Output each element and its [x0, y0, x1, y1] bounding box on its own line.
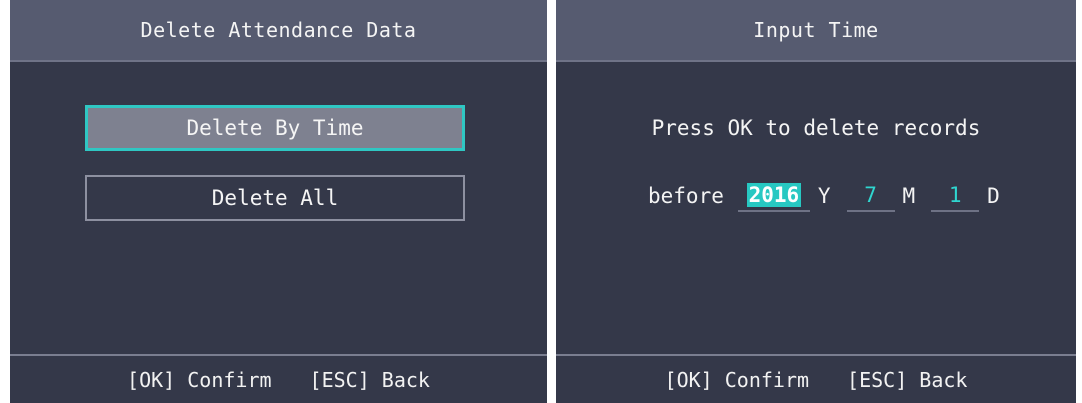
- delete-attendance-screen: Delete Attendance Data Delete By Time De…: [10, 0, 547, 403]
- month-unit-label: M: [902, 184, 916, 208]
- before-label: before: [648, 184, 724, 208]
- delete-by-time-label: Delete By Time: [186, 116, 364, 140]
- footer-bar: [OK] Confirm [ESC] Back: [10, 354, 547, 403]
- delete-all-label: Delete All: [211, 186, 339, 210]
- input-time-screen: Input Time Press OK to delete records be…: [556, 0, 1076, 403]
- day-unit-label: D: [987, 184, 1000, 208]
- screen-title-bar: Input Time: [556, 0, 1076, 62]
- year-input[interactable]: 2016: [737, 180, 810, 212]
- ok-confirm-hint[interactable]: [OK] Confirm: [665, 368, 810, 392]
- ok-confirm-hint[interactable]: [OK] Confirm: [127, 368, 272, 392]
- day-input[interactable]: 1: [931, 180, 980, 212]
- page-title: Input Time: [753, 18, 879, 42]
- year-value: 2016: [746, 183, 802, 207]
- date-input-row: before 2016 Y 7 M 1 D: [648, 178, 1016, 214]
- day-value: 1: [948, 183, 962, 207]
- month-value: 7: [864, 183, 877, 207]
- esc-back-hint[interactable]: [ESC] Back: [310, 368, 430, 392]
- page-title: Delete Attendance Data: [140, 18, 417, 42]
- year-unit-label: Y: [817, 184, 831, 208]
- month-input[interactable]: 7: [846, 180, 895, 212]
- delete-all-button[interactable]: Delete All: [85, 175, 465, 221]
- screen-title-bar: Delete Attendance Data: [10, 0, 547, 62]
- delete-by-time-button[interactable]: Delete By Time: [85, 105, 465, 151]
- delete-prompt: Press OK to delete records: [651, 116, 981, 140]
- esc-back-hint[interactable]: [ESC] Back: [847, 368, 967, 392]
- footer-bar: [OK] Confirm [ESC] Back: [556, 354, 1076, 403]
